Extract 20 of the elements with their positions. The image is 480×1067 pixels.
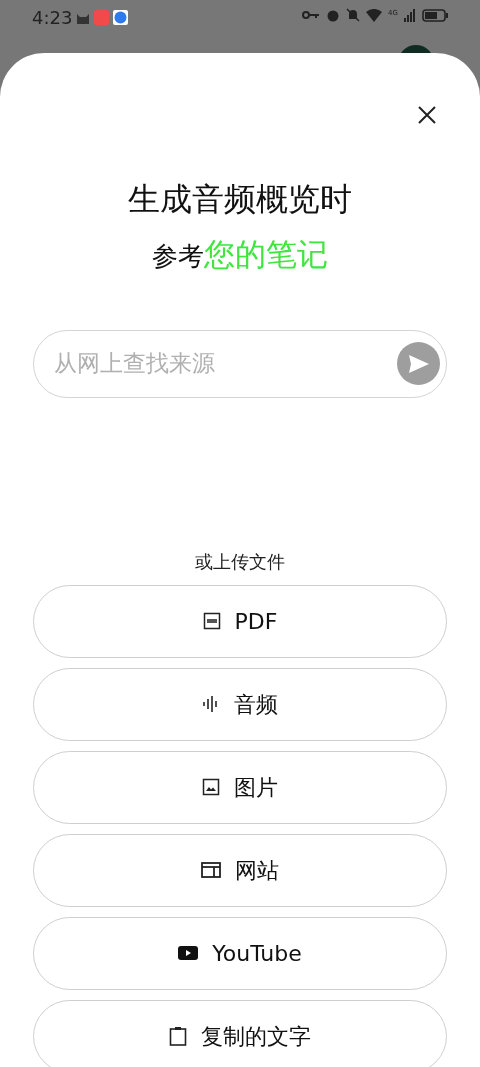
pdf-file-icon (202, 612, 221, 630)
key-icon (302, 10, 321, 20)
navigation-app-icon (113, 10, 129, 25)
highlighted-subheading: 您的笔记 (204, 235, 328, 274)
battery-icon (422, 8, 448, 22)
search-field[interactable]: 从网上查找来源 (54, 346, 397, 381)
sound-wave-icon (202, 695, 220, 713)
wifi-icon (366, 8, 383, 22)
clipboard-icon (169, 1026, 187, 1046)
browser-window-icon (201, 862, 221, 878)
send-button[interactable] (397, 342, 440, 385)
subheading: 参考 (152, 241, 204, 273)
send-icon (407, 353, 430, 374)
shopping-app-icon (94, 10, 110, 25)
heading: 生成音频概览时 (128, 179, 352, 219)
signal-icon (404, 8, 416, 22)
play-icon (178, 946, 199, 960)
clock-time: 4:23 (32, 6, 73, 30)
image-icon (202, 778, 220, 796)
upload-label: 或上传文件 (195, 549, 285, 574)
